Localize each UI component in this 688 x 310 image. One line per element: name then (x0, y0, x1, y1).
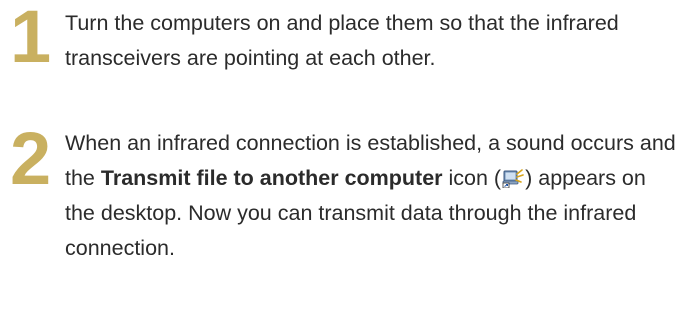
step-text: Turn the computers on and place them so … (65, 11, 619, 70)
transmit-file-label: Transmit file to another computer (100, 166, 443, 190)
step-text: When an infrared connection is establish… (65, 126, 680, 266)
step-number: 2 (10, 117, 51, 200)
step-number: 1 (10, 0, 51, 78)
infrared-transmit-icon (502, 164, 524, 189)
step-text-part: icon ( (442, 166, 502, 190)
